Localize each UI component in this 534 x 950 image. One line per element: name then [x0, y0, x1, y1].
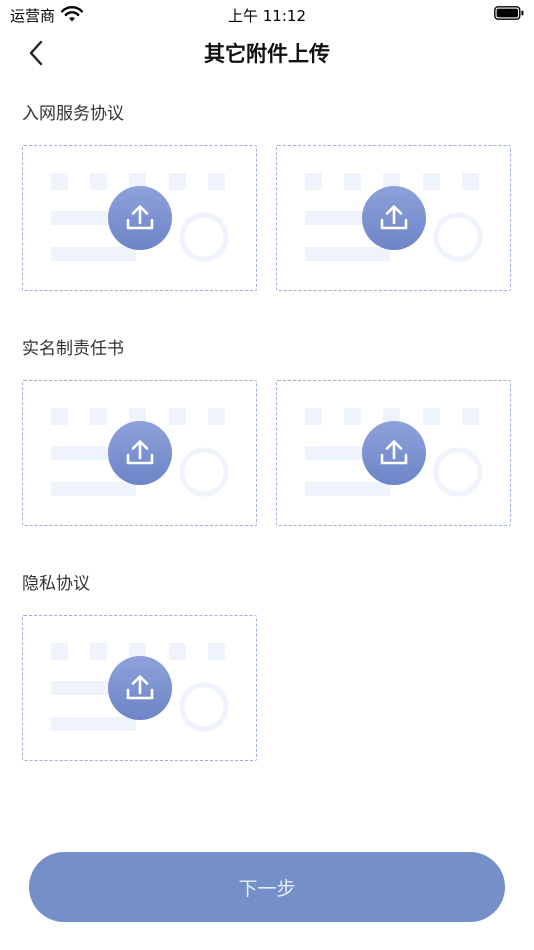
upload-card[interactable] — [22, 145, 257, 291]
status-bar: 运营商 上午 11:12 — [0, 0, 534, 28]
upload-button[interactable] — [108, 656, 172, 720]
upload-icon — [126, 205, 154, 230]
upload-card[interactable] — [22, 615, 257, 761]
section-title-network-agreement: 入网服务协议 — [22, 104, 124, 124]
page-title: 其它附件上传 — [204, 42, 330, 66]
upload-button[interactable] — [362, 421, 426, 485]
navigation-bar: 其它附件上传 — [0, 28, 534, 78]
upload-button[interactable] — [108, 186, 172, 250]
status-time: 上午 11:12 — [228, 7, 306, 25]
upload-card[interactable] — [22, 380, 257, 526]
battery-icon — [494, 6, 524, 20]
upload-button[interactable] — [362, 186, 426, 250]
upload-card[interactable] — [276, 380, 511, 526]
upload-button[interactable] — [108, 421, 172, 485]
upload-icon — [380, 205, 408, 230]
section-title-privacy-agreement: 隐私协议 — [22, 574, 90, 594]
upload-card[interactable] — [276, 145, 511, 291]
upload-icon — [380, 440, 408, 465]
section-title-real-name-responsibility: 实名制责任书 — [22, 339, 124, 359]
upload-icon — [126, 675, 154, 700]
next-step-button[interactable]: 下一步 — [29, 852, 505, 922]
upload-icon — [126, 440, 154, 465]
